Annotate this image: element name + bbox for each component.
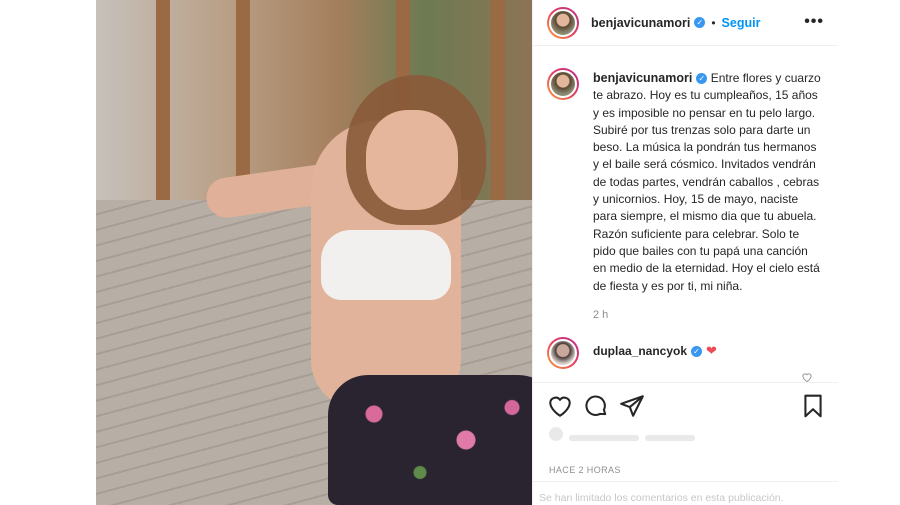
comment-bubble-icon[interactable] [583, 393, 609, 419]
photo-wooden-post [236, 0, 250, 200]
commenter-username-text[interactable]: duplaa_nancyok [593, 344, 687, 358]
photo-floral-skirt [328, 375, 532, 505]
comments-limited-notice: Se han limitado los comentarios en esta … [533, 481, 838, 505]
caption-timestamp[interactable]: 2 h [593, 309, 824, 321]
more-options-icon[interactable]: ••• [804, 13, 824, 31]
commenter-avatar-image [549, 338, 577, 367]
header-separator: • [711, 15, 716, 30]
post-actions: HACE 2 HORAS Se han limitado los comenta… [533, 382, 838, 505]
caption-username[interactable]: benjavicunamori [593, 71, 692, 85]
author-username[interactable]: benjavicunamori [591, 16, 690, 30]
paper-plane-icon[interactable] [619, 393, 645, 419]
caption-avatar-image [549, 70, 577, 98]
heart-emoji: ❤ [706, 342, 717, 358]
photo-wooden-post [156, 0, 170, 200]
instagram-post-view: benjavicunamori ✓ • Seguir ••• benjavicu… [0, 0, 900, 505]
post-side-panel: benjavicunamori ✓ • Seguir ••• benjavicu… [532, 0, 838, 505]
follow-button[interactable]: Seguir [722, 16, 761, 30]
commenter-avatar[interactable] [547, 336, 579, 369]
likes-text-placeholder [645, 435, 695, 441]
heart-outline-icon[interactable] [547, 393, 573, 419]
post-photo[interactable] [96, 0, 532, 505]
caption-row: benjavicunamori ✓ Entre flores y cuarzo t… [547, 68, 824, 295]
liker-avatar [549, 427, 563, 441]
caption-text: benjavicunamori ✓ Entre flores y cuarzo t… [593, 70, 823, 295]
post-header: benjavicunamori ✓ • Seguir ••• [533, 0, 838, 46]
commenter-username: duplaa_nancyok ✓ ❤ [593, 343, 717, 359]
photo-wooden-post [491, 0, 505, 200]
verified-badge-icon: ✓ [696, 73, 708, 85]
caption-body: Entre flores y cuarzo te abrazo. Hoy es … [593, 71, 821, 293]
verified-badge-icon: ✓ [691, 346, 703, 358]
likes-summary-blurred [549, 427, 729, 441]
author-avatar[interactable] [547, 6, 579, 39]
bookmark-icon[interactable] [800, 393, 826, 419]
likes-text-placeholder [569, 435, 639, 441]
author-avatar-image [549, 8, 577, 37]
comment-like-icon[interactable] [801, 372, 813, 382]
caption-avatar[interactable] [547, 68, 579, 100]
verified-badge-icon: ✓ [694, 17, 706, 28]
photo-white-top [321, 230, 451, 300]
post-time-ago[interactable]: HACE 2 HORAS [549, 465, 621, 475]
comments-area[interactable]: benjavicunamori ✓ Entre flores y cuarzo t… [533, 46, 838, 382]
photo-child-face [366, 110, 458, 210]
comment-row: duplaa_nancyok ✓ ❤ [547, 336, 824, 369]
